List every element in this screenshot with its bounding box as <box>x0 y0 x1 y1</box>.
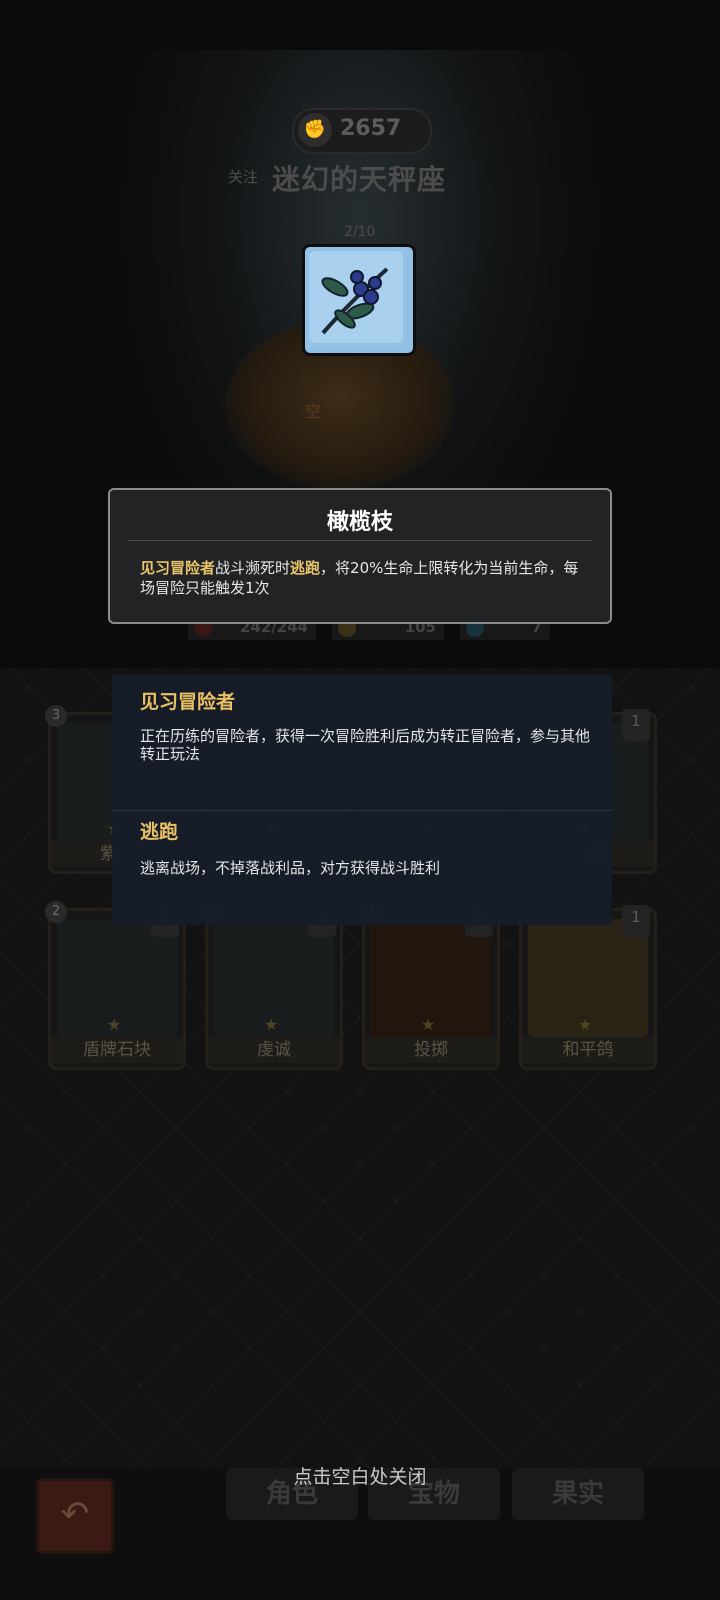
back-arrow-icon: ↶ <box>60 1494 90 1534</box>
follow-button[interactable]: 关注 <box>228 166 258 187</box>
close-hint[interactable]: 点击空白处关闭 <box>0 1462 720 1489</box>
fist-icon: ✊ <box>298 113 332 147</box>
star-icon: ★ <box>264 1015 279 1034</box>
keyword-title: 见习冒险者 <box>140 691 236 713</box>
card-level: 3 <box>45 705 67 727</box>
olive-branch-icon <box>302 244 416 356</box>
keyword-escape[interactable]: 逃跑 <box>290 559 320 577</box>
game-scene: ✊ 2657 关注 迷幻的天秤座 2/10 空 242/244 105 7 3 … <box>0 0 720 1600</box>
keyword-panel: 见习冒险者 正在历练的冒险者，获得一次冒险胜利后成为转正冒险者，参与其他转正玩法… <box>112 675 612 925</box>
keyword-divider <box>112 810 612 811</box>
item-tooltip: 橄榄枝 见习冒险者战斗濒死时逃跑，将20%生命上限转化为当前生命，每场冒险只能触… <box>108 488 612 624</box>
keyword-text: 正在历练的冒险者，获得一次冒险胜利后成为转正冒险者，参与其他转正玩法 <box>140 727 591 763</box>
back-button[interactable]: ↶ <box>36 1478 114 1554</box>
stack-count: 1 <box>622 905 650 937</box>
card-level: 2 <box>45 901 67 923</box>
card-name: 盾牌石块 <box>51 1037 183 1063</box>
item-counter: 2/10 <box>344 224 376 240</box>
star-icon: ★ <box>421 1015 436 1034</box>
card[interactable]: 1 ★ 和平鸽 <box>519 905 657 1070</box>
hero-tag: 空 <box>305 402 322 421</box>
opponent-name: 迷幻的天秤座 <box>272 163 447 196</box>
keyword-title: 逃跑 <box>140 821 179 843</box>
tooltip-divider <box>128 540 592 541</box>
card-name: 投掷 <box>365 1037 497 1063</box>
tooltip-description: 见习冒险者战斗濒死时逃跑，将20%生命上限转化为当前生命，每场冒险只能触发1次 <box>140 558 586 598</box>
star-icon: ★ <box>578 1015 593 1034</box>
desc-text: 战斗濒死时 <box>215 559 291 577</box>
card[interactable]: 2 1 ★ 虔诚 <box>202 901 343 1070</box>
keyword-apprentice[interactable]: 见习冒险者 <box>140 559 215 577</box>
card[interactable]: 2 2 ★ 投掷 <box>359 901 500 1070</box>
score-value: 2657 <box>340 116 402 141</box>
opponent-score: ✊ 2657 <box>292 108 432 154</box>
star-icon: ★ <box>107 1015 122 1034</box>
card-name: 虔诚 <box>208 1037 340 1063</box>
keyword-text: 逃离战场，不掉落战利品，对方获得战斗胜利 <box>140 859 441 877</box>
stack-count: 1 <box>622 709 650 741</box>
card-name: 和平鸽 <box>522 1037 654 1063</box>
card[interactable]: 2 2 ★ 盾牌石块 <box>45 901 186 1070</box>
tooltip-title: 橄榄枝 <box>326 510 393 535</box>
